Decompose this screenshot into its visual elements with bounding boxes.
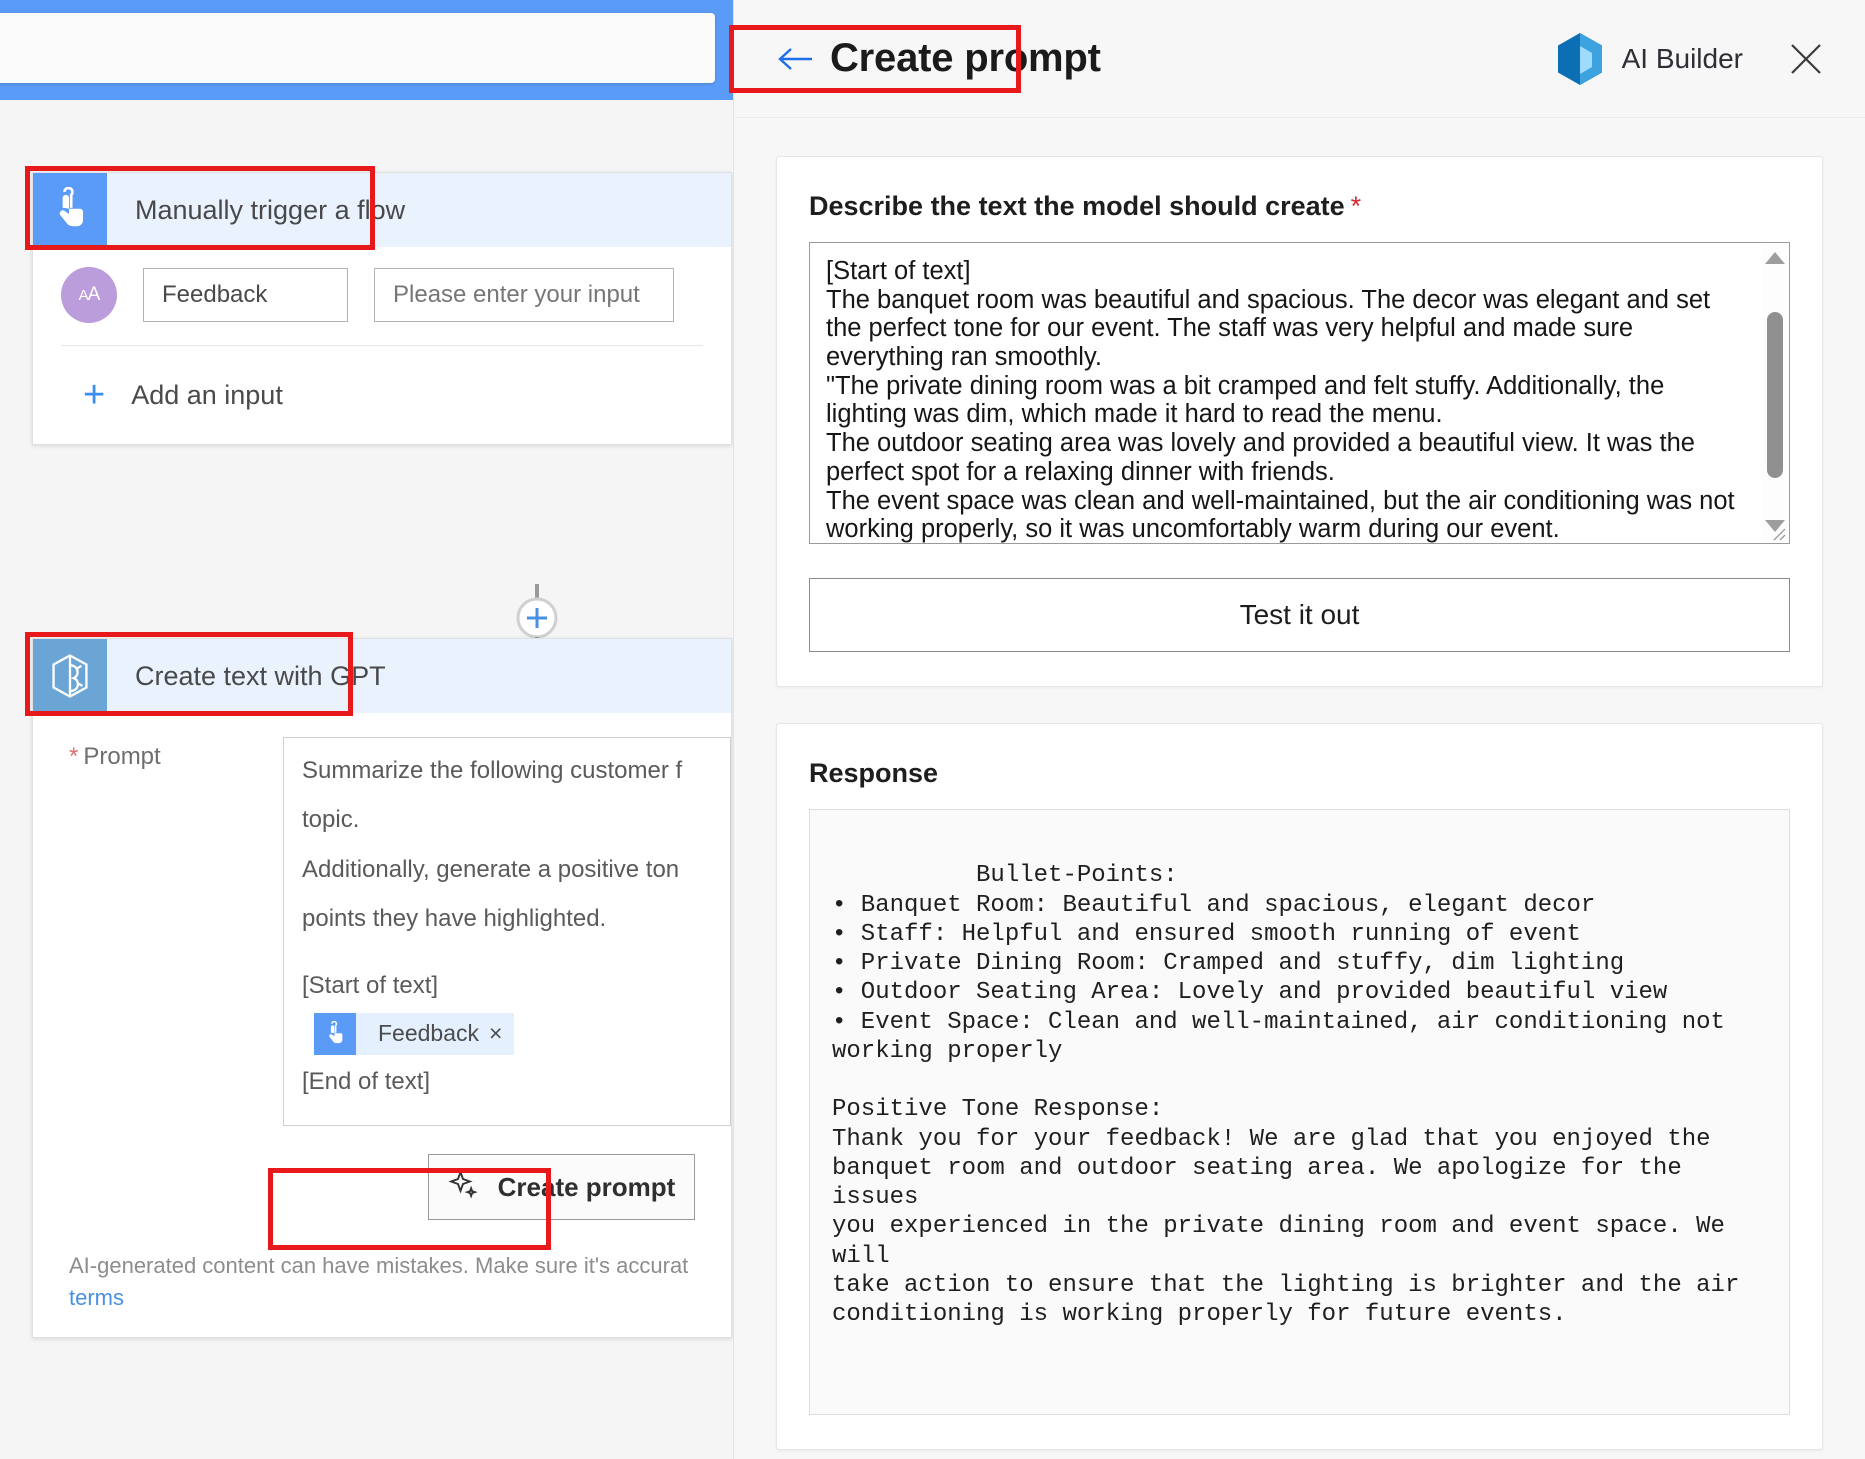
ai-builder-label: AI Builder: [1621, 42, 1743, 74]
scroll-thumb[interactable]: [1767, 312, 1783, 478]
trigger-card-header[interactable]: Manually trigger a flow: [33, 173, 731, 247]
ai-disclaimer: AI-generated content can have mistakes. …: [33, 1220, 731, 1314]
gpt-card[interactable]: Create text with GPT * Prompt Summarize t…: [32, 638, 732, 1338]
test-it-out-label: Test it out: [1239, 599, 1360, 630]
response-output-value: Bullet-Points: • Banquet Room: Beautiful…: [832, 862, 1740, 1329]
close-icon[interactable]: [1787, 40, 1825, 78]
trigger-card-title: Manually trigger a flow: [135, 194, 406, 225]
resize-grip-icon[interactable]: [1770, 525, 1786, 541]
response-card: Response Bullet-Points: • Banquet Room: …: [776, 723, 1823, 1451]
required-marker: *: [1350, 191, 1362, 221]
describe-textarea[interactable]: [Start of text] The banquet room was bea…: [809, 242, 1790, 544]
gpt-card-title: Create text with GPT: [135, 660, 386, 691]
add-an-input-label: Add an input: [131, 379, 283, 410]
describe-label-text: Describe the text the model should creat…: [809, 191, 1345, 221]
end-of-text-marker: [End of text]: [302, 1067, 431, 1095]
describe-section-label: Describe the text the model should creat…: [809, 191, 1790, 222]
panel-header-right: AI Builder: [1554, 31, 1865, 87]
required-marker: *: [69, 743, 79, 770]
prompt-label-text: Prompt: [83, 743, 161, 770]
app-screen: Manually trigger a flow AA Feedback Plea…: [0, 0, 1865, 1459]
avatar: AA: [61, 267, 117, 323]
prompt-editor[interactable]: Summarize the following customer f topic…: [283, 737, 731, 1127]
prompt-field-label: * Prompt: [33, 737, 283, 1126]
input-name-field[interactable]: Feedback: [143, 268, 348, 322]
flow-canvas: Manually trigger a flow AA Feedback Plea…: [0, 100, 733, 1459]
ai-builder-panel: Create prompt AI Builder Describe the te…: [729, 0, 1865, 1459]
sparkle-icon: [448, 1169, 478, 1206]
resize-grip-icon[interactable]: [1770, 1396, 1786, 1412]
search-input[interactable]: [0, 13, 715, 83]
prompt-line: topic.: [302, 806, 360, 834]
scroll-up-arrow-icon[interactable]: [1765, 252, 1785, 264]
trigger-input-row: AA Feedback Please enter your input: [33, 247, 731, 345]
ai-disclaimer-text: AI-generated content can have mistakes. …: [69, 1253, 689, 1279]
touch-tap-icon: [314, 1012, 356, 1055]
prompt-line: Summarize the following customer f: [302, 757, 683, 784]
page-title: Create prompt: [830, 36, 1101, 80]
ai-builder-hexagon-icon: [1554, 31, 1606, 87]
input-placeholder-field[interactable]: Please enter your input: [374, 268, 674, 322]
response-output[interactable]: Bullet-Points: • Banquet Room: Beautiful…: [809, 809, 1790, 1416]
response-section-label: Response: [809, 758, 939, 788]
test-it-out-button[interactable]: Test it out: [809, 578, 1790, 652]
feedback-token[interactable]: Feedback ×: [314, 1012, 515, 1055]
touch-tap-icon: [33, 173, 107, 247]
gpt-card-actions: Create prompt: [33, 1126, 731, 1221]
gpt-card-header[interactable]: Create text with GPT: [33, 639, 731, 713]
feedback-token-label: Feedback: [378, 1020, 480, 1047]
create-prompt-button-label: Create prompt: [497, 1171, 676, 1202]
trigger-card[interactable]: Manually trigger a flow AA Feedback Plea…: [32, 172, 732, 445]
textarea-scrollbar[interactable]: [1762, 244, 1788, 542]
close-icon[interactable]: ×: [489, 1020, 514, 1047]
arrow-left-icon[interactable]: [776, 44, 816, 74]
flow-top-bar: [0, 0, 733, 100]
prompt-line: Additionally, generate a positive ton: [302, 855, 680, 883]
gpt-brain-icon: [33, 639, 107, 713]
create-prompt-button[interactable]: Create prompt: [428, 1154, 695, 1221]
add-an-input-button[interactable]: + Add an input: [33, 346, 731, 444]
describe-textarea-value: [Start of text] The banquet room was bea…: [826, 257, 1735, 544]
describe-card: Describe the text the model should creat…: [776, 156, 1823, 687]
gpt-card-body: * Prompt Summarize the following customer…: [33, 713, 731, 1127]
start-of-text-marker: [Start of text]: [302, 971, 439, 999]
plus-icon: +: [83, 374, 106, 416]
panel-body: Describe the text the model should creat…: [734, 118, 1865, 1451]
prompt-line: points they have highlighted.: [302, 905, 607, 933]
terms-link[interactable]: terms: [69, 1285, 124, 1310]
panel-header: Create prompt AI Builder: [734, 0, 1865, 118]
flow-designer-pane: Manually trigger a flow AA Feedback Plea…: [0, 0, 733, 1459]
